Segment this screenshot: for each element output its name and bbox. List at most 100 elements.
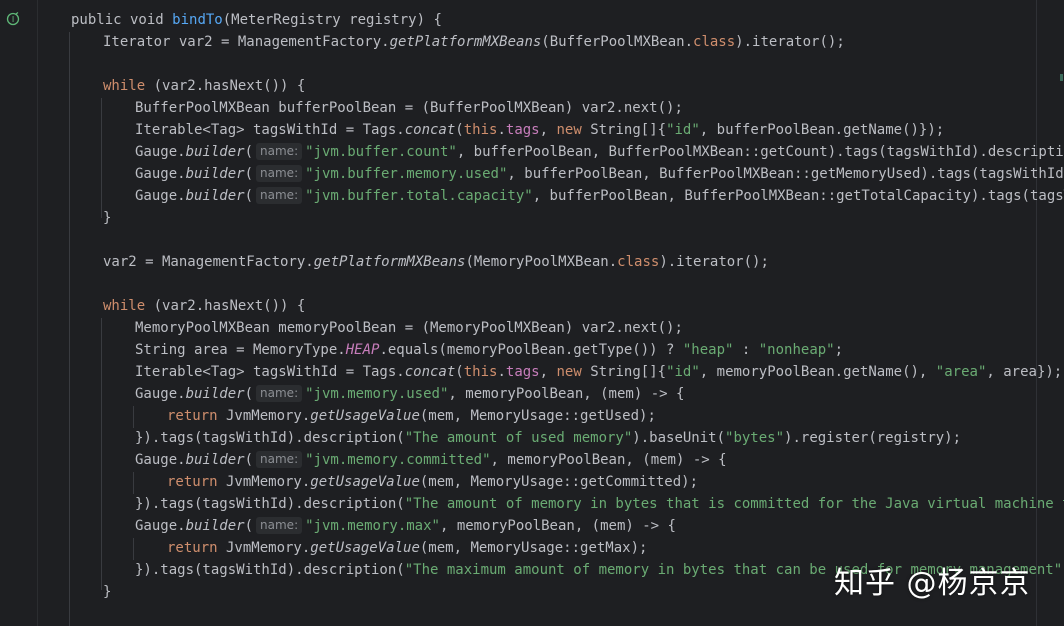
indent-guide — [133, 538, 134, 560]
code-token: bindTo — [172, 12, 223, 28]
code-token: String[]{ — [581, 122, 667, 138]
code-token: builder — [185, 166, 245, 182]
code-token: }).tags(tagsWithId).description( — [135, 562, 405, 578]
code-keyword: while — [103, 78, 146, 94]
code-editor[interactable]: public void bindTo(MeterRegistry registr… — [38, 0, 1064, 626]
code-token: , memoryPoolBean, (mem) -> { — [439, 518, 676, 534]
code-token: getUsageValue — [310, 540, 420, 556]
code-string: "id" — [666, 122, 700, 138]
code-token: }).tags(tagsWithId).description( — [135, 430, 405, 446]
code-keyword: this — [463, 122, 498, 138]
code-string: "The amount of used memory" — [404, 430, 633, 446]
code-line[interactable]: Gauge.builder(name: "jvm.memory.used", me… — [135, 383, 684, 405]
code-token: (BufferPoolMXBean. — [541, 34, 694, 50]
code-line[interactable]: String area = MemoryType.HEAP.equals(mem… — [135, 339, 843, 361]
code-line[interactable]: } — [103, 581, 111, 603]
code-token: Gauge. — [135, 518, 186, 534]
right-margin-line — [1036, 0, 1037, 626]
code-line[interactable]: while (var2.hasNext()) { — [103, 75, 305, 97]
code-token: builder — [185, 452, 245, 468]
code-line[interactable]: return JvmMemory.getUsageValue(mem, Memo… — [167, 405, 656, 427]
code-token: ( — [455, 364, 464, 380]
code-token: .equals(memoryPoolBean.getType()) ? — [379, 342, 683, 358]
indent-guide — [101, 98, 102, 218]
indent-guide — [133, 406, 134, 428]
code-token: concat — [404, 364, 456, 380]
code-token: (var2.hasNext()) { — [145, 298, 306, 314]
code-line[interactable]: Iterable<Tag> tagsWithId = Tags.concat(t… — [135, 361, 1062, 383]
code-string: "The amount of memory in bytes that is c… — [404, 496, 1064, 512]
code-token: Gauge. — [135, 166, 186, 182]
code-line[interactable]: }).tags(tagsWithId).description("The amo… — [135, 427, 961, 449]
code-line[interactable]: } — [103, 207, 111, 229]
code-line[interactable]: Gauge.builder(name: "jvm.memory.max", mem… — [135, 515, 676, 537]
code-token: Gauge. — [135, 452, 186, 468]
code-token: ( — [244, 386, 254, 402]
code-token: builder — [185, 144, 245, 160]
code-line[interactable]: BufferPoolMXBean bufferPoolBean = (Buffe… — [135, 97, 683, 119]
code-token: , bufferPoolBean, BufferPoolMXBean::getC… — [456, 144, 1064, 160]
code-token: ( — [244, 452, 254, 468]
code-token: (mem, MemoryUsage::getUsed); — [419, 408, 656, 424]
code-token: tags — [505, 364, 540, 380]
code-keyword: new — [556, 122, 582, 138]
code-token: getUsageValue — [310, 408, 420, 424]
code-line[interactable]: Gauge.builder(name: "jvm.buffer.count", b… — [135, 141, 1064, 163]
code-token: ( — [244, 166, 254, 182]
code-token: builder — [185, 518, 245, 534]
code-token: , — [539, 364, 557, 380]
watermark: 知乎 @杨京京 — [834, 566, 1031, 601]
code-keyword: class — [693, 34, 736, 50]
code-token: Gauge. — [135, 188, 186, 204]
code-line[interactable]: Gauge.builder(name: "jvm.memory.committed… — [135, 449, 727, 471]
code-string: "jvm.buffer.count" — [305, 144, 457, 160]
code-string: "The maximum amount of memory in bytes t… — [404, 562, 877, 578]
code-string: "heap" — [682, 342, 734, 358]
editor-gutter: I — [0, 0, 38, 626]
code-line[interactable]: var2 = ManagementFactory.getPlatformMXBe… — [103, 251, 769, 273]
code-line[interactable]: MemoryPoolMXBean memoryPoolBean = (Memor… — [135, 317, 683, 339]
code-token: builder — [185, 386, 245, 402]
code-token: } — [103, 210, 112, 226]
code-string: "jvm.buffer.total.capacity" — [305, 188, 533, 204]
code-line[interactable]: Iterator var2 = ManagementFactory.getPla… — [103, 31, 845, 53]
code-token: ).baseUnit( — [632, 430, 726, 446]
code-line[interactable]: while (var2.hasNext()) { — [103, 295, 305, 317]
code-line[interactable]: return JvmMemory.getUsageValue(mem, Memo… — [167, 471, 698, 493]
code-token: Iterator var2 = ManagementFactory. — [103, 34, 390, 50]
code-keyword: return — [167, 408, 218, 424]
scrollbar-marker[interactable] — [1060, 74, 1063, 81]
code-token: concat — [404, 122, 456, 138]
code-token: (mem, MemoryUsage::getMax); — [419, 540, 648, 556]
code-line[interactable]: Iterable<Tag> tagsWithId = Tags.concat(t… — [135, 119, 944, 141]
code-token: (MemoryPoolMXBean. — [465, 254, 618, 270]
indent-guide — [133, 472, 134, 494]
code-line[interactable]: }).tags(tagsWithId).description("The amo… — [135, 493, 1064, 515]
code-token: String area = MemoryType. — [135, 342, 346, 358]
code-token: , bufferPoolBean, BufferPoolMXBean::getT… — [532, 188, 1064, 204]
param-name-hint: name: — [256, 187, 303, 204]
code-string: "jvm.buffer.memory.used" — [305, 166, 508, 182]
code-token: Gauge. — [135, 144, 186, 160]
code-string: "jvm.memory.used" — [305, 386, 449, 402]
indent-guide — [101, 318, 102, 590]
code-token: ).iterator(); — [735, 34, 845, 50]
implement-marker-icon[interactable]: I — [6, 12, 20, 26]
code-string: "id" — [666, 364, 700, 380]
code-keyword: class — [617, 254, 660, 270]
code-line[interactable]: Gauge.builder(name: "jvm.buffer.total.cap… — [135, 185, 1064, 207]
code-line[interactable]: Gauge.builder(name: "jvm.buffer.memory.us… — [135, 163, 1064, 185]
code-token: getUsageValue — [310, 474, 420, 490]
code-token: (MeterRegistry registry) { — [222, 12, 442, 28]
code-token: var2 = ManagementFactory. — [103, 254, 314, 270]
code-token: JvmMemory. — [217, 408, 311, 424]
code-string: "area" — [935, 364, 987, 380]
code-line[interactable]: return JvmMemory.getUsageValue(mem, Memo… — [167, 537, 647, 559]
code-token: JvmMemory. — [217, 540, 311, 556]
code-keyword: while — [103, 298, 146, 314]
indent-guide — [69, 32, 70, 626]
code-line[interactable]: public void bindTo(MeterRegistry registr… — [71, 9, 442, 31]
code-string: "nonheap" — [758, 342, 835, 358]
code-string: "jvm.memory.max" — [305, 518, 440, 534]
code-token: : — [733, 342, 759, 358]
